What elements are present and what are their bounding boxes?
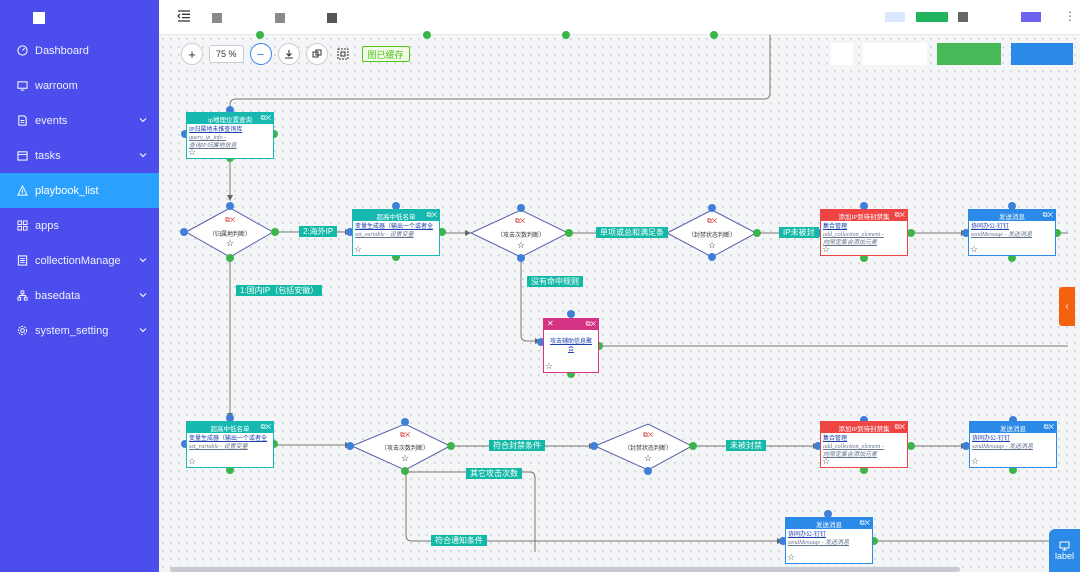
- node-line: set_variable - 设置变量: [355, 232, 414, 238]
- star-icon[interactable]: ☆: [225, 238, 235, 249]
- node-title: 发送消息: [999, 213, 1025, 221]
- node-line: set_variable - 设置变量: [189, 444, 248, 450]
- star-icon[interactable]: ☆: [400, 453, 410, 464]
- star-icon[interactable]: ☆: [707, 240, 717, 251]
- node-line: IP归属地未推查询库: [189, 127, 243, 133]
- node-tools-icon[interactable]: ⧉✕: [895, 423, 905, 432]
- edge-label[interactable]: 符合封禁条件: [489, 440, 545, 451]
- node-line: 攻击辅助信息聚: [549, 339, 592, 345]
- node-add-ip-block-1[interactable]: 添加IP到待封禁集 ⧉✕ 集合管理 add_collection_element …: [820, 209, 908, 256]
- node-line: 查询IP归属地信息: [189, 143, 237, 149]
- node-line: add_collection_element -: [823, 444, 884, 450]
- label-button[interactable]: label: [1049, 529, 1080, 572]
- node-line: 协同办公-钉钉: [972, 436, 1010, 442]
- node-ip-geo[interactable]: ip地理位置查询 ⧉✕ IP归属地未推查询库 query_ip_info - 查询…: [186, 112, 274, 159]
- star-icon[interactable]: ☆: [822, 457, 830, 466]
- edge-label[interactable]: 1:国内IP（包括安徽）: [236, 285, 323, 296]
- node-title: 超高中低名单: [376, 213, 416, 221]
- node-overseas-risk[interactable]: 超高中低名单 ⧉✕ 变量生成器（输出一个或者全 set_variable - 设置…: [352, 209, 440, 256]
- node-attack-info[interactable]: ✕ ⧉✕ 攻击辅助信息聚 合 ☆: [543, 318, 599, 373]
- node-tools-icon[interactable]: ⧉✕: [586, 320, 596, 329]
- node-title: 发送消息: [816, 521, 842, 529]
- decision-label: （封禁状态判断）: [687, 233, 736, 239]
- node-tools-icon[interactable]: ⧉✕: [895, 211, 905, 220]
- node-title: ip地理位置查询: [207, 116, 253, 124]
- horizontal-scrollbar[interactable]: [170, 567, 960, 572]
- node-line: sendMessage - 发送消息: [788, 540, 849, 546]
- decision-tools-icon[interactable]: ⧉✕: [640, 431, 656, 440]
- edge-label[interactable]: 没有命中规则: [527, 276, 583, 287]
- node-tools-icon[interactable]: ⧉✕: [427, 211, 437, 220]
- node-line: sendMessage - 发送消息: [971, 232, 1032, 238]
- edge-label[interactable]: 单项或总和满足条: [596, 227, 668, 238]
- node-line: 变量生成器（输出一个或者全: [189, 436, 268, 442]
- panel-collapse-tab[interactable]: ‹: [1059, 287, 1075, 326]
- star-icon[interactable]: ☆: [354, 245, 362, 254]
- node-tools-icon[interactable]: ⧉✕: [1044, 423, 1054, 432]
- edge-label[interactable]: IP未被封: [779, 227, 819, 238]
- node-line: 变量生成器（输出一个或者全: [355, 224, 434, 230]
- decision-label: （封禁状态判断）: [623, 446, 672, 452]
- app-root: Dashboard warroom events tasks playbook_…: [0, 0, 1080, 572]
- node-line: 协同办公-钉钉: [971, 224, 1009, 230]
- node-line: 集合管理: [823, 436, 848, 442]
- decision-tools-icon[interactable]: ⧉✕: [704, 217, 720, 226]
- chevron-left-icon: ‹: [1065, 301, 1069, 312]
- node-line: 向限定集合添加元素: [823, 452, 878, 458]
- decision-label: （攻击次数判断）: [496, 233, 545, 239]
- node-domestic-risk[interactable]: 超高中低名单 ⧉✕ 变量生成器（输出一个或者全 set_variable - 设置…: [186, 421, 274, 468]
- node-add-ip-block-2[interactable]: 添加IP到待封禁集 ⧉✕ 集合管理 add_collection_element …: [820, 421, 908, 468]
- star-icon[interactable]: ☆: [516, 240, 526, 251]
- star-icon[interactable]: ☆: [188, 148, 196, 157]
- star-icon[interactable]: ☆: [188, 457, 196, 466]
- node-tools-icon[interactable]: ⧉✕: [1043, 211, 1053, 220]
- star-icon[interactable]: ☆: [971, 457, 979, 466]
- node-title: 添加IP到待封禁集: [838, 213, 890, 221]
- edge-label[interactable]: 2:海外IP: [299, 226, 338, 237]
- star-icon[interactable]: ☆: [970, 245, 978, 254]
- node-tools-icon[interactable]: ⧉✕: [261, 114, 271, 123]
- star-icon[interactable]: ☆: [545, 362, 553, 371]
- node-line: sendMessage - 发送消息: [972, 444, 1033, 450]
- edge-label[interactable]: 未被封禁: [726, 440, 766, 451]
- node-title: 超高中低名单: [210, 425, 250, 433]
- star-icon[interactable]: ☆: [822, 245, 830, 254]
- node-line: 合: [567, 347, 574, 353]
- decision-tools-icon[interactable]: ⧉✕: [397, 431, 413, 440]
- node-send-msg-2[interactable]: 发送消息 ⧉✕ 协同办公-钉钉 sendMessage - 发送消息 ☆: [969, 421, 1057, 468]
- label-button-text: label: [1054, 550, 1074, 561]
- node-send-msg-3[interactable]: 发送消息 ⧉✕ 协同办公-钉钉 sendMessage - 发送消息 ☆: [785, 517, 873, 564]
- node-line: 向限定集合添加元素: [823, 240, 878, 246]
- star-icon[interactable]: ☆: [787, 553, 795, 562]
- monitor-icon: [1059, 541, 1070, 550]
- node-title: 发送消息: [1000, 425, 1026, 433]
- node-line: 协同办公-钉钉: [788, 532, 826, 538]
- node-line: 集合管理: [823, 224, 848, 230]
- node-send-msg-1[interactable]: 发送消息 ⧉✕ 协同办公-钉钉 sendMessage - 发送消息 ☆: [968, 209, 1056, 256]
- node-tools-icon[interactable]: ⧉✕: [860, 519, 870, 528]
- node-line: add_collection_element -: [823, 232, 884, 238]
- edge-label[interactable]: 其它攻击次数: [466, 468, 522, 479]
- decision-tools-icon[interactable]: ⧉✕: [222, 216, 238, 225]
- star-icon[interactable]: ☆: [643, 453, 653, 464]
- decision-tools-icon[interactable]: ⧉✕: [512, 217, 528, 226]
- node-line: query_ip_info -: [189, 135, 227, 141]
- edge-label[interactable]: 符合通知条件: [431, 535, 487, 546]
- node-tools-icon[interactable]: ⧉✕: [261, 423, 271, 432]
- decision-label: （归属地判断）: [208, 232, 251, 238]
- node-type-icon: ✕: [547, 319, 554, 328]
- node-title: 添加IP到待封禁集: [838, 425, 890, 433]
- decision-label: （攻击次数判断）: [380, 446, 429, 452]
